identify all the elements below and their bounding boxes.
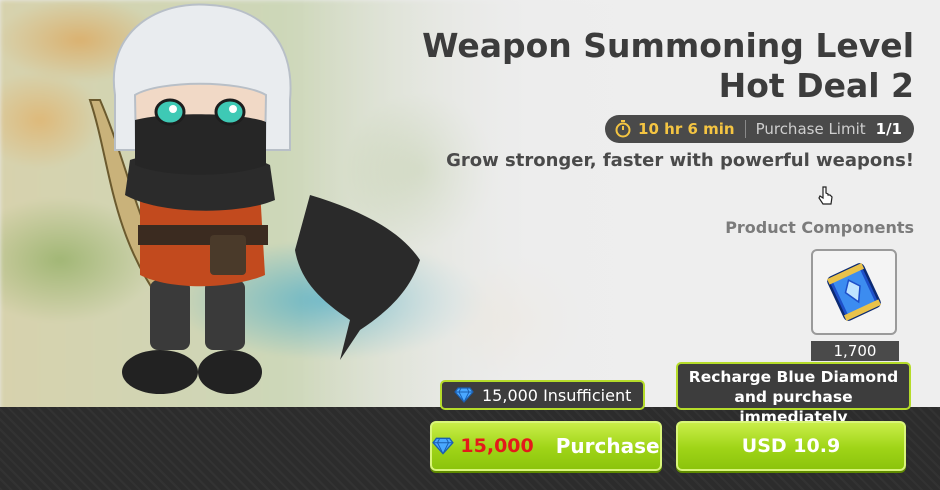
product-components-label: Product Components bbox=[725, 218, 914, 237]
purchase-button[interactable]: 15,000 Purchase bbox=[430, 421, 662, 471]
blue-diamond-icon bbox=[432, 437, 455, 455]
purchase-limit-label: Purchase Limit bbox=[755, 120, 866, 138]
component-count: 1,700 bbox=[811, 341, 899, 361]
recharge-line1: Recharge Blue Diamond bbox=[688, 368, 899, 386]
purchase-price: 15,000 bbox=[460, 435, 534, 457]
mouse-cursor-icon bbox=[818, 186, 833, 205]
timer-text: 10 hr 6 min bbox=[638, 120, 735, 138]
usd-purchase-button[interactable]: USD 10.9 bbox=[676, 421, 906, 471]
purchase-button-label: Purchase bbox=[555, 434, 660, 458]
character-illustration bbox=[88, 3, 420, 394]
time-remaining: 10 hr 6 min bbox=[615, 120, 735, 138]
insufficient-balance-tag: 15,000 Insufficient bbox=[440, 380, 646, 410]
divider bbox=[744, 120, 746, 138]
usd-button-label: USD 10.9 bbox=[741, 435, 841, 457]
deal-info-pill: 10 hr 6 min Purchase Limit 1/1 bbox=[605, 115, 914, 143]
stopwatch-icon bbox=[615, 120, 631, 138]
product-detail-screen: Weapon Summoning Level Hot Deal 2 10 hr … bbox=[0, 0, 940, 490]
component-item-card[interactable] bbox=[811, 249, 897, 335]
product-tagline: Grow stronger, faster with powerful weap… bbox=[446, 150, 914, 171]
insufficient-text: 15,000 Insufficient bbox=[482, 385, 632, 405]
product-title-line1: Weapon Summoning Level bbox=[422, 26, 914, 65]
product-title: Weapon Summoning Level Hot Deal 2 bbox=[394, 26, 914, 106]
blue-diamond-icon bbox=[454, 387, 474, 403]
product-title-line2: Hot Deal 2 bbox=[718, 66, 914, 105]
blue-diamond-ticket-icon bbox=[827, 263, 881, 321]
recharge-info-tag: Recharge Blue Diamond and purchase immed… bbox=[676, 362, 911, 426]
purchase-limit-value: 1/1 bbox=[875, 120, 902, 138]
